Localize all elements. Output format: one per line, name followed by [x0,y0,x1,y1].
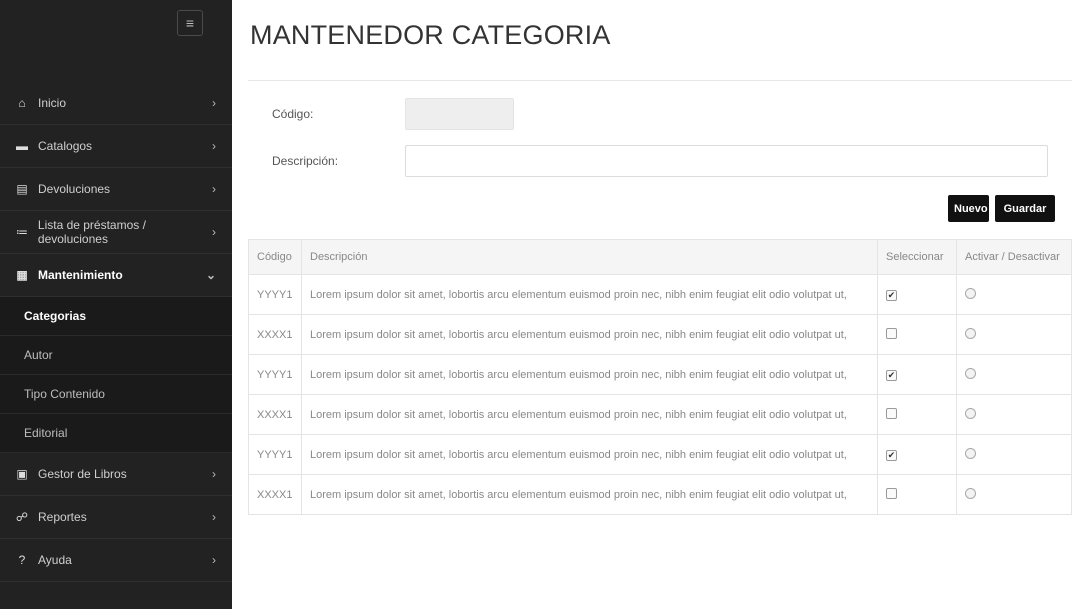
chevron-right-icon: › [212,182,216,196]
sidebar-item-lista-prestamos[interactable]: ≔ Lista de préstamos / devoluciones › [0,211,232,254]
sidebar-item-label: Ayuda [38,553,72,567]
cell-descripcion: Lorem ipsum dolor sit amet, lobortis arc… [301,394,878,435]
column-header-activar: Activar / Desactivar [956,239,1072,275]
select-checkbox[interactable] [886,487,897,499]
activate-radio[interactable] [965,287,976,299]
sidebar-item-ayuda[interactable]: ? Ayuda › [0,539,232,582]
hamburger-icon: ≡ [185,15,195,31]
activate-radio[interactable] [965,327,976,339]
table-row: YYYY1 Lorem ipsum dolor sit amet, loborti… [248,354,1072,395]
column-header-descripcion: Descripción [301,239,878,275]
sidebar-header: ≡ [0,0,232,82]
sidebar-item-label: Catalogos [38,139,93,153]
select-checkbox[interactable] [886,407,897,419]
table-header-row: Código Descripción Seleccionar Activar /… [248,239,1072,275]
cell-seleccionar [877,394,957,435]
categorias-table: Código Descripción Seleccionar Activar /… [248,239,1072,515]
sidebar-item-mantenimiento[interactable]: ▦ Mantenimiento ⌄ [0,254,232,297]
sidebar-item-devoluciones[interactable]: ▤ Devoluciones › [0,168,232,211]
sidebar-item-catalogos[interactable]: ▬ Catalogos › [0,125,232,168]
sidebar-item-label: Reportes [38,510,87,524]
table-row: YYYY1 Lorem ipsum dolor sit amet, loborti… [248,274,1072,315]
grid-icon: ▦ [16,268,28,282]
cell-codigo: YYYY1 [248,274,302,315]
chevron-right-icon: › [212,510,216,524]
sidebar-item-label: Gestor de Libros [38,467,127,481]
activate-radio[interactable] [965,487,976,499]
folder-icon: ▬ [16,139,28,153]
subitem-editorial[interactable]: Editorial [0,414,232,453]
chevron-right-icon: › [212,225,216,239]
sidebar-item-label: Mantenimiento [38,268,123,282]
select-checkbox[interactable]: ✔ [886,369,897,381]
table-row: XXXX1 Lorem ipsum dolor sit amet, loborti… [248,314,1072,355]
cell-descripcion: Lorem ipsum dolor sit amet, lobortis arc… [301,274,878,315]
select-checkbox[interactable]: ✔ [886,289,897,301]
subitem-autor[interactable]: Autor [0,336,232,375]
codigo-label: Código: [272,107,314,121]
cell-activar [956,394,1072,435]
cell-activar [956,434,1072,475]
column-header-seleccionar: Seleccionar [877,239,957,275]
descripcion-input[interactable] [405,145,1048,177]
activate-radio[interactable] [965,447,976,459]
table-body: YYYY1 Lorem ipsum dolor sit amet, loborti… [248,274,1072,515]
cell-activar [956,474,1072,515]
sidebar-item-label: Lista de préstamos / devoluciones [37,218,146,246]
sidebar-item-label: Devoluciones [38,182,111,196]
select-checkbox[interactable] [886,327,897,339]
sidebar-item-reportes[interactable]: ☍ Reportes › [0,496,232,539]
cell-seleccionar [877,474,957,515]
chevron-down-icon: ⌄ [205,268,216,282]
codigo-input[interactable] [405,98,514,130]
cell-activar [956,274,1072,315]
report-icon: ☍ [15,510,29,524]
cell-seleccionar [877,314,957,355]
cell-descripcion: Lorem ipsum dolor sit amet, lobortis arc… [301,434,878,475]
select-checkbox[interactable]: ✔ [886,449,897,461]
sidebar-item-gestor-libros[interactable]: ▣ Gestor de Libros › [0,453,232,496]
chevron-right-icon: › [212,553,216,567]
cell-descripcion: Lorem ipsum dolor sit amet, lobortis arc… [301,354,878,395]
guardar-button[interactable]: Guardar [995,195,1055,222]
chevron-right-icon: › [212,96,216,110]
cell-seleccionar: ✔ [877,434,957,475]
question-icon: ? [18,553,26,567]
cell-descripcion: Lorem ipsum dolor sit amet, lobortis arc… [301,474,878,515]
cell-codigo: YYYY1 [248,354,302,395]
chevron-right-icon: › [212,467,216,481]
menu-toggle-button[interactable]: ≡ [177,10,203,36]
subitem-tipo-contenido[interactable]: Tipo Contenido [0,375,232,414]
nuevo-button[interactable]: Nuevo [948,195,989,222]
subitem-categorias[interactable]: Categorias [0,297,232,336]
document-icon: ▤ [16,182,28,196]
cell-seleccionar: ✔ [877,354,957,395]
book-icon: ▣ [16,467,28,481]
home-icon: ⌂ [18,96,26,110]
cell-codigo: XXXX1 [248,394,302,435]
column-header-codigo: Código [248,239,302,275]
sidebar: ≡ ⌂ Inicio › ▬ Catalogos › ▤ Devolucione… [0,0,232,609]
divider [248,80,1072,81]
cell-descripcion: Lorem ipsum dolor sit amet, lobortis arc… [301,314,878,355]
cell-codigo: XXXX1 [248,314,302,355]
activate-radio[interactable] [965,407,976,419]
page-title: MANTENEDOR CATEGORIA [250,20,611,50]
descripcion-label: Descripción: [272,154,339,168]
cell-activar [956,314,1072,355]
table-row: XXXX1 Lorem ipsum dolor sit amet, loborti… [248,394,1072,435]
activate-radio[interactable] [965,367,976,379]
cell-seleccionar: ✔ [877,274,957,315]
chevron-right-icon: › [212,139,216,153]
table-row: YYYY1 Lorem ipsum dolor sit amet, loborti… [248,434,1072,475]
table-row: XXXX1 Lorem ipsum dolor sit amet, loborti… [248,474,1072,515]
cell-codigo: YYYY1 [248,434,302,475]
sidebar-item-label: Inicio [38,96,67,110]
cell-codigo: XXXX1 [248,474,302,515]
cell-activar [956,354,1072,395]
sidebar-item-inicio[interactable]: ⌂ Inicio › [0,82,232,125]
list-icon: ≔ [15,225,28,239]
